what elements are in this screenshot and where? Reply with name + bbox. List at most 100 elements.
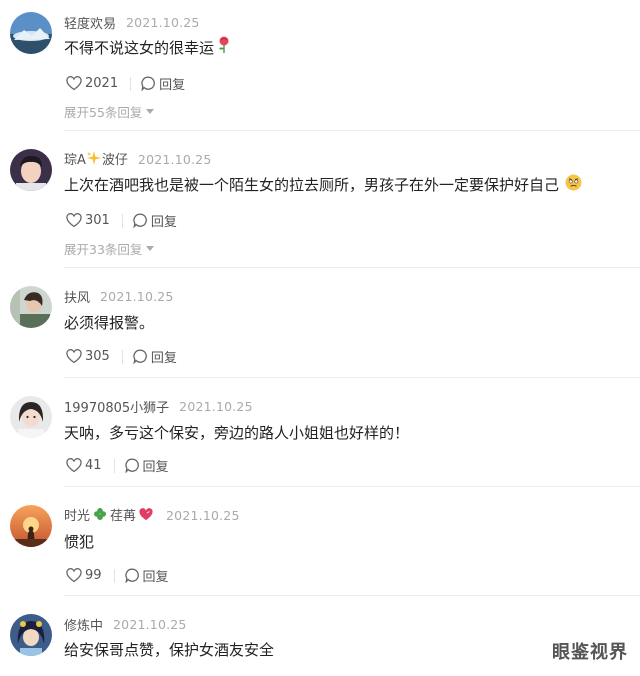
avatar-image bbox=[10, 286, 52, 328]
reply-label: 回复 bbox=[159, 78, 186, 93]
reply-label: 回复 bbox=[150, 351, 177, 366]
avatar-image bbox=[10, 149, 52, 191]
heart-outline-icon bbox=[66, 213, 82, 228]
divider bbox=[64, 595, 640, 596]
comment-actions: 2021 回复 bbox=[66, 74, 185, 93]
heart-icon bbox=[139, 507, 153, 525]
username[interactable]: 扶风 bbox=[64, 287, 90, 306]
expand-replies-label: 展开55条回复 bbox=[64, 105, 143, 120]
comment-meta: 轻度欢易 2021.10.25 bbox=[64, 12, 200, 32]
comment-text: 上次在酒吧我也是被一个陌生女的拉去厕所，男孩子在外一定要保护好自己 bbox=[64, 176, 560, 194]
action-separator bbox=[130, 76, 132, 91]
comment-date: 2021.10.25 bbox=[166, 507, 240, 523]
reply-button[interactable]: 回复 bbox=[124, 566, 169, 585]
comment-actions: 305 回复 bbox=[66, 347, 177, 366]
like-button[interactable]: 2021 bbox=[66, 76, 118, 91]
like-count: 2021 bbox=[85, 76, 119, 91]
comment-bubble-icon bbox=[133, 213, 147, 228]
like-button[interactable]: 41 bbox=[66, 458, 102, 473]
clover-icon bbox=[93, 507, 107, 525]
username-part: 波仔 bbox=[101, 152, 128, 168]
heart-outline-icon bbox=[66, 568, 82, 583]
comment-bubble-icon bbox=[141, 76, 156, 91]
like-count: 99 bbox=[85, 568, 102, 583]
heart-outline-icon bbox=[66, 458, 82, 473]
like-count: 41 bbox=[85, 458, 102, 473]
avatar[interactable] bbox=[10, 286, 52, 328]
divider bbox=[64, 130, 640, 131]
comment-text-row: 不得不说这女的很幸运 bbox=[64, 36, 234, 58]
avatar[interactable] bbox=[10, 149, 52, 191]
reply-label: 回复 bbox=[142, 570, 169, 585]
like-button[interactable]: 99 bbox=[66, 568, 102, 583]
username-part: 琮A bbox=[64, 152, 86, 168]
comment-meta: 修炼中 2021.10.25 bbox=[64, 614, 187, 634]
worried-face-icon bbox=[565, 174, 582, 195]
comment-meta: 琮A 波仔 2021.10.25 bbox=[64, 149, 212, 169]
action-separator bbox=[113, 568, 115, 583]
avatar[interactable] bbox=[10, 12, 52, 54]
like-button[interactable]: 301 bbox=[66, 213, 110, 228]
action-separator bbox=[121, 213, 123, 228]
comment-text: 天呐，多亏这个保安，旁边的路人小姐姐也好样的！ bbox=[64, 424, 410, 442]
comment-date: 2021.10.25 bbox=[113, 616, 187, 632]
username[interactable]: 轻度欢易 bbox=[64, 13, 116, 32]
reply-label: 回复 bbox=[142, 460, 169, 475]
divider bbox=[64, 377, 640, 378]
avatar-image bbox=[10, 614, 52, 656]
like-button[interactable]: 305 bbox=[66, 349, 110, 364]
expand-replies-label: 展开33条回复 bbox=[64, 242, 143, 257]
comment-item: 轻度欢易 2021.10.25 不得不说这女的很幸运 2021 回复 展开55条… bbox=[0, 12, 640, 132]
like-count: 301 bbox=[85, 213, 110, 228]
rose-icon bbox=[217, 36, 231, 58]
reply-button[interactable]: 回复 bbox=[133, 347, 177, 366]
comment-bubble-icon bbox=[124, 458, 139, 473]
like-count: 305 bbox=[85, 349, 110, 364]
username-part: 时光 bbox=[64, 508, 91, 524]
username[interactable]: 琮A 波仔 bbox=[64, 149, 128, 170]
avatar[interactable] bbox=[10, 505, 52, 547]
comment-item: 琮A 波仔 2021.10.25 上次在酒吧我也是被一个陌生女的拉去厕所，男孩子在… bbox=[0, 149, 640, 269]
avatar-image bbox=[10, 505, 52, 547]
username-part: 荏苒 bbox=[110, 508, 137, 524]
reply-label: 回复 bbox=[150, 215, 177, 230]
caret-down-icon bbox=[146, 109, 155, 114]
divider bbox=[64, 486, 640, 487]
watermark: 眼鉴视界 bbox=[552, 642, 628, 663]
avatar[interactable] bbox=[10, 614, 52, 656]
comment-bubble-icon bbox=[124, 568, 139, 583]
comment-item: 时光 荏苒 2021.10.25 惯犯 99 回复 bbox=[0, 505, 640, 600]
comment-actions: 41 回复 bbox=[66, 456, 169, 475]
comment-text-row: 给安保哥点赞，保护女酒友安全 bbox=[64, 639, 274, 660]
reply-button[interactable]: 回复 bbox=[133, 211, 177, 230]
reply-button[interactable]: 回复 bbox=[124, 456, 169, 475]
comment-item: 修炼中 2021.10.25 给安保哥点赞，保护女酒友安全 bbox=[0, 614, 640, 676]
comment-text-row: 必须得报警。 bbox=[64, 312, 154, 333]
comment-actions: 99 回复 bbox=[66, 566, 169, 585]
username[interactable]: 修炼中 bbox=[64, 615, 103, 634]
comment-date: 2021.10.25 bbox=[179, 398, 253, 414]
comment-text: 给安保哥点赞，保护女酒友安全 bbox=[64, 641, 275, 659]
comment-meta: 19970805小狮子 2021.10.25 bbox=[64, 396, 253, 416]
sparkles-icon bbox=[86, 151, 101, 169]
comment-meta: 时光 荏苒 2021.10.25 bbox=[64, 505, 240, 525]
reply-button[interactable]: 回复 bbox=[141, 74, 185, 93]
heart-outline-icon bbox=[66, 76, 82, 91]
comment-text: 不得不说这女的很幸运 bbox=[64, 38, 215, 57]
comment-text: 惯犯 bbox=[64, 533, 95, 551]
avatar-image bbox=[10, 12, 52, 54]
caret-down-icon bbox=[146, 246, 155, 251]
comment-item: 扶风 2021.10.25 必须得报警。 305 回复 bbox=[0, 286, 640, 381]
expand-replies-button[interactable]: 展开33条回复 bbox=[64, 239, 155, 258]
action-separator bbox=[121, 349, 123, 364]
username[interactable]: 时光 荏苒 bbox=[64, 505, 156, 526]
avatar-image bbox=[10, 396, 52, 438]
comment-text: 必须得报警。 bbox=[64, 314, 155, 332]
comment-bubble-icon bbox=[133, 349, 147, 364]
comment-actions: 301 回复 bbox=[66, 211, 177, 230]
expand-replies-button[interactable]: 展开55条回复 bbox=[64, 102, 155, 121]
comment-date: 2021.10.25 bbox=[100, 288, 174, 304]
avatar[interactable] bbox=[10, 396, 52, 438]
heart-outline-icon bbox=[66, 349, 82, 364]
username[interactable]: 19970805小狮子 bbox=[64, 397, 169, 416]
